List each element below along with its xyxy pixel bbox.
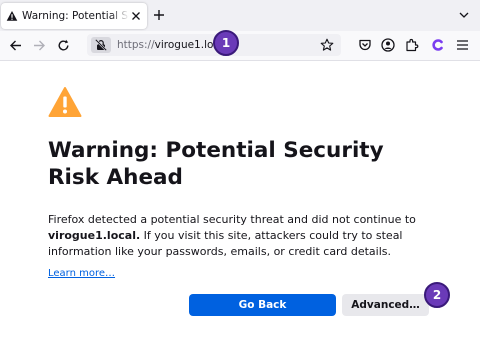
- bookmark-star-icon[interactable]: [320, 38, 334, 52]
- tab-security-warning[interactable]: Warning: Potential Security Risk Ahead: [1, 3, 147, 29]
- forward-arrow-icon[interactable]: [33, 39, 46, 52]
- close-tab-icon[interactable]: [131, 11, 141, 21]
- learn-more-link[interactable]: Learn more…: [48, 267, 115, 281]
- tab-strip: Warning: Potential Security Risk Ahead: [0, 0, 480, 31]
- insecure-lock-icon: [95, 39, 107, 51]
- go-back-button[interactable]: Go Back (Recommended): [189, 294, 336, 333]
- advanced-button[interactable]: Advanced…: [342, 294, 429, 316]
- warning-triangle-icon: [6, 11, 18, 21]
- tab-title: Warning: Potential Security Risk Ahead: [22, 10, 129, 22]
- account-icon[interactable]: [381, 38, 395, 52]
- description-prefix: Firefox detected a potential security th…: [48, 213, 416, 226]
- list-all-tabs-icon[interactable]: [459, 11, 469, 19]
- site-information-button[interactable]: [91, 37, 111, 53]
- extension-purple-icon[interactable]: [431, 38, 445, 52]
- back-arrow-icon[interactable]: [9, 39, 22, 52]
- reload-icon[interactable]: [57, 39, 70, 52]
- new-tab-icon[interactable]: [153, 9, 165, 21]
- page-title: Warning: Potential Security Risk Ahead: [48, 138, 384, 190]
- annotation-badge-1: 1: [213, 30, 239, 56]
- menu-hamburger-icon[interactable]: [456, 39, 469, 51]
- description-host: virogue1.local.: [48, 229, 141, 242]
- warning-icon: [48, 87, 82, 117]
- pocket-icon[interactable]: [358, 38, 372, 52]
- navigation-toolbar: https://virogue1.local: [0, 31, 480, 61]
- error-description: Firefox detected a potential security th…: [48, 212, 448, 260]
- url-scheme: https://: [117, 39, 155, 51]
- url-text: https://virogue1.local: [117, 37, 229, 53]
- extensions-icon[interactable]: [405, 38, 419, 52]
- annotation-badge-2: 2: [424, 282, 450, 308]
